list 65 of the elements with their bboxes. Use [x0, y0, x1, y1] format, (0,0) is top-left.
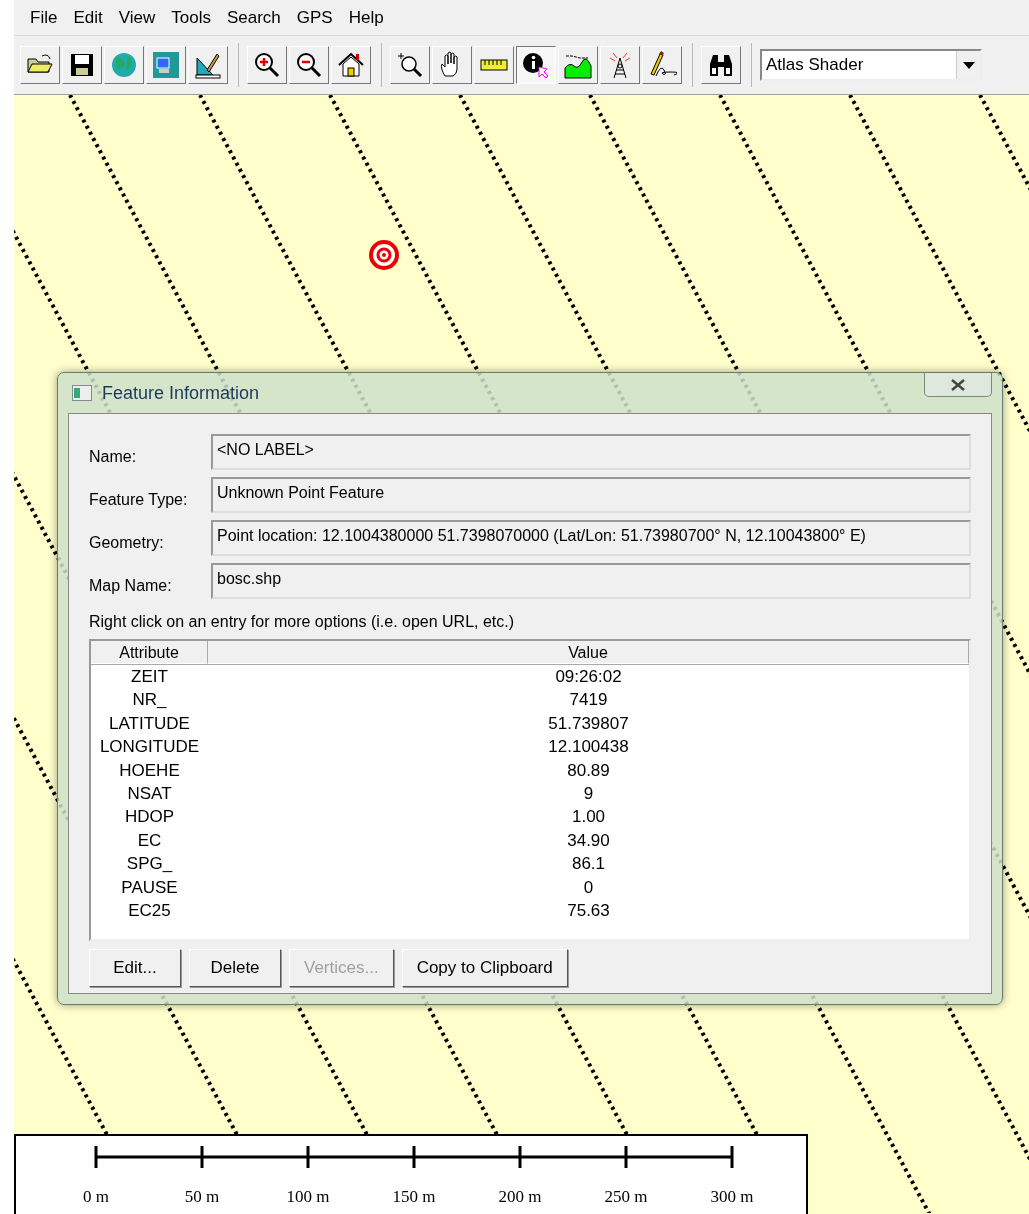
window-icon [72, 385, 92, 401]
table-cell-text: 1.00 [570, 806, 607, 829]
column-header[interactable]: Value [208, 641, 969, 664]
zoom-window-icon [395, 50, 425, 80]
table-cell-text: 51.739807 [547, 712, 630, 735]
scale-label: 150 m [392, 1186, 436, 1208]
menu-item[interactable]: Help [340, 2, 392, 33]
table-cell-text: NR_ [131, 689, 168, 712]
field-label: Feature Type: [89, 490, 189, 510]
table-cell-text: 75.63 [566, 899, 611, 922]
dialog-button[interactable]: Edit... [89, 949, 181, 987]
table-cell-text: NSAT [126, 782, 173, 805]
dropdown-arrow-icon [962, 61, 975, 69]
table-cell-text: 09:26:02 [554, 666, 623, 688]
table-cell-text: ZEIT [130, 666, 169, 688]
table-cell-text: 86.1 [570, 853, 607, 876]
menu-item[interactable]: Search [218, 2, 289, 33]
table-cell-text: 7419 [568, 689, 609, 712]
zoom-out-icon [294, 50, 324, 80]
menu-item[interactable]: File [22, 2, 66, 33]
table-cell-text: 9 [582, 782, 595, 805]
table-cell-text: HOEHE [118, 759, 181, 782]
table-cell-text: 34.90 [566, 829, 611, 852]
home-icon [336, 50, 366, 80]
table-cell-text: LONGITUDE [98, 736, 201, 759]
menu-item[interactable]: Edit [65, 2, 111, 33]
table-cell-text: 80.89 [566, 759, 611, 782]
close-button[interactable] [924, 373, 992, 397]
menu-item[interactable]: GPS [288, 2, 341, 33]
readonly-field[interactable]: <NO LABEL> [211, 434, 971, 470]
table-cell-text: EC [136, 829, 163, 852]
globe-icon [109, 50, 139, 80]
hint-text: Right click on an entry for more options (i.e. open URL, etc.) [89, 612, 516, 632]
field-label: Geometry: [89, 533, 165, 553]
info-pointer-icon [521, 50, 551, 80]
readonly-field[interactable]: Point location: 12.1004380000 51.7398070000 (Lat/Lon: 51.73980700° N, 12.10043800° E) [211, 520, 971, 556]
menu-item[interactable]: Tools [163, 2, 219, 33]
scale-label: 100 m [286, 1186, 330, 1208]
scale-label: 250 m [604, 1186, 648, 1208]
window-title: Feature Information [102, 381, 260, 405]
zoom-in-icon [252, 50, 282, 80]
screen-icon [151, 50, 181, 80]
table-cell-text: 12.100438 [547, 736, 630, 759]
field-label: Map Name: [89, 576, 173, 596]
table-cell-text: LATITUDE [108, 712, 191, 735]
dialog-button[interactable]: Copy to Clipboard [401, 949, 568, 987]
readonly-field[interactable]: Unknown Point Feature [211, 477, 971, 513]
close-icon [950, 378, 966, 391]
dialog-button[interactable]: Delete [189, 949, 281, 987]
table-cell-text: PAUSE [120, 876, 179, 899]
readonly-field[interactable]: bosc.shp [211, 563, 971, 599]
table-cell-text: SPG_ [125, 853, 174, 876]
field-label: Name: [89, 447, 138, 467]
table-cell-text: EC25 [127, 899, 172, 922]
table-cell-text: 0 [582, 876, 595, 899]
shader-dropdown[interactable]: Atlas Shader [760, 49, 982, 81]
toolbar-button[interactable] [516, 46, 556, 84]
scale-label: 0 m [83, 1186, 109, 1208]
table-cell-text: HDOP [123, 806, 176, 829]
menu-item[interactable]: View [110, 2, 164, 33]
target-marker-icon [368, 239, 400, 271]
scale-label: 50 m [184, 1186, 220, 1208]
column-header[interactable]: Attribute [91, 641, 208, 664]
scale-label: 200 m [498, 1186, 542, 1208]
scale-label: 300 m [710, 1186, 754, 1208]
